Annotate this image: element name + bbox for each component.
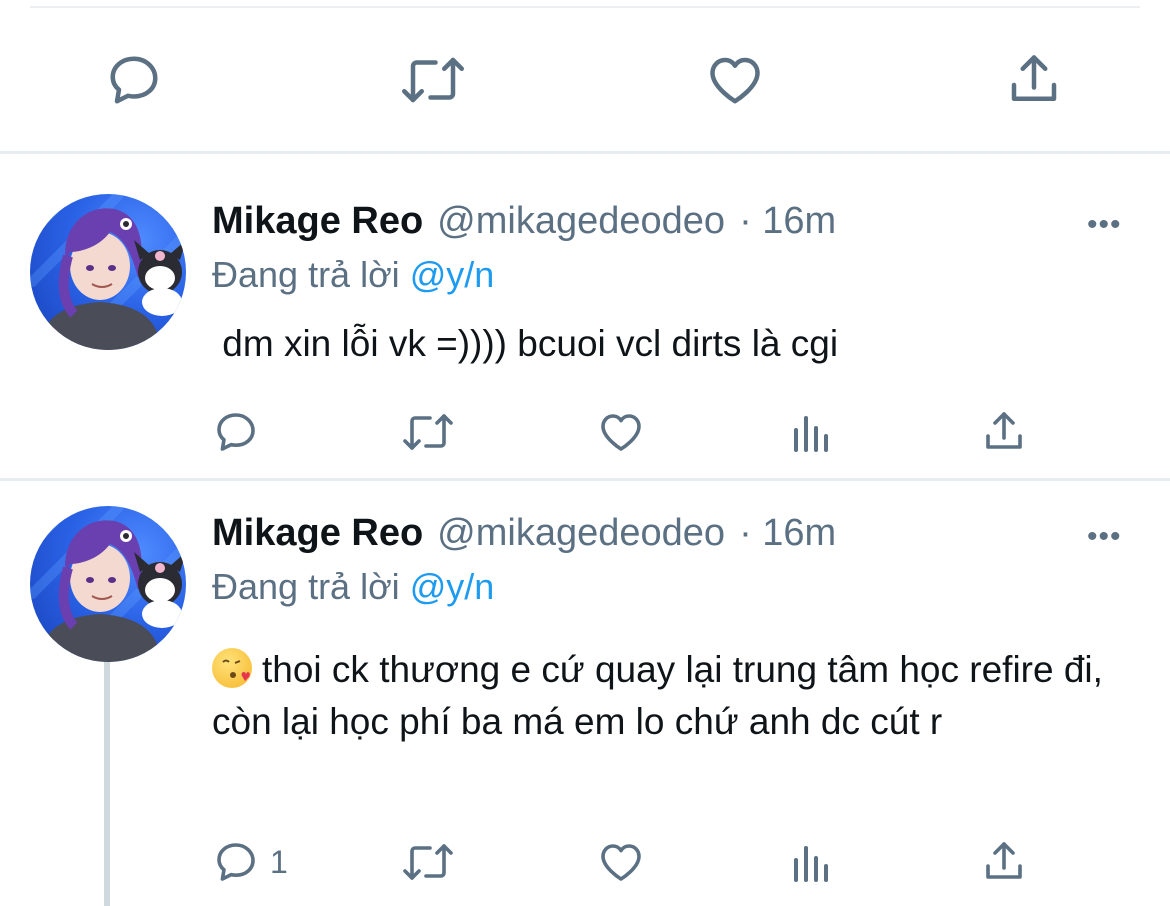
heart-icon <box>704 50 766 110</box>
replying-to-mention[interactable]: @y/n <box>410 566 495 607</box>
more-options-button[interactable]: ••• <box>1087 520 1122 554</box>
replying-to-mention[interactable]: @y/n <box>410 254 495 295</box>
top-divider <box>30 6 1140 8</box>
retweet-button[interactable] <box>400 838 456 886</box>
share-icon <box>1004 50 1064 110</box>
share-icon <box>980 838 1028 886</box>
tweet-header: Mikage Reo @mikagedeodeo · 16m <box>212 200 836 243</box>
like-button[interactable] <box>704 50 766 110</box>
reply-button[interactable] <box>104 50 164 110</box>
avatar[interactable] <box>30 194 186 350</box>
reply-icon <box>212 408 260 456</box>
tweet-divider <box>0 151 1170 154</box>
tweet-text: dm xin lỗi vk =)))) bcuoi vcl dirts là c… <box>212 323 839 364</box>
analytics-button[interactable] <box>790 842 834 884</box>
replying-to: Đang trả lời @y/n <box>212 254 494 296</box>
author-handle[interactable]: @mikagedeodeo <box>437 200 725 243</box>
replying-to: Đang trả lời @y/n <box>212 566 494 608</box>
thread-line <box>104 662 110 906</box>
replying-to-prefix: Đang trả lời <box>212 566 400 607</box>
reply-icon <box>212 838 260 886</box>
tweet-body: thoi ck thương e cứ quay lại trung tâm h… <box>212 644 1122 748</box>
tweet-header: Mikage Reo @mikagedeodeo · 16m <box>212 512 836 555</box>
retweet-button[interactable] <box>398 50 468 110</box>
heart-icon <box>596 408 646 456</box>
retweet-button[interactable] <box>400 408 456 456</box>
like-button[interactable] <box>596 408 646 456</box>
author-name[interactable]: Mikage Reo <box>212 512 423 555</box>
share-button[interactable] <box>980 838 1028 886</box>
more-options-button[interactable]: ••• <box>1087 208 1122 242</box>
retweet-icon <box>400 408 456 456</box>
analytics-button[interactable] <box>790 412 834 454</box>
tweet-time[interactable]: · 16m <box>739 200 836 243</box>
reply-count: 1 <box>270 843 288 880</box>
avatar[interactable] <box>30 506 186 662</box>
like-button[interactable] <box>596 838 646 886</box>
face-blowing-kiss-emoji <box>212 648 252 688</box>
analytics-icon <box>790 412 834 454</box>
retweet-icon <box>398 50 468 110</box>
reply-button[interactable] <box>212 408 270 456</box>
reply-icon <box>104 50 164 110</box>
tweet-time[interactable]: · 16m <box>739 512 836 555</box>
tweet-divider <box>0 478 1170 481</box>
tweet-text: thoi ck thương e cứ quay lại trung tâm h… <box>212 649 1103 742</box>
author-handle[interactable]: @mikagedeodeo <box>437 512 725 555</box>
share-icon <box>980 408 1028 456</box>
share-button[interactable] <box>980 408 1028 456</box>
replying-to-prefix: Đang trả lời <box>212 254 400 295</box>
author-name[interactable]: Mikage Reo <box>212 200 423 243</box>
heart-icon <box>596 838 646 886</box>
retweet-icon <box>400 838 456 886</box>
reply-button[interactable]: 1 <box>212 838 288 886</box>
analytics-icon <box>790 842 834 884</box>
share-button[interactable] <box>1004 50 1064 110</box>
